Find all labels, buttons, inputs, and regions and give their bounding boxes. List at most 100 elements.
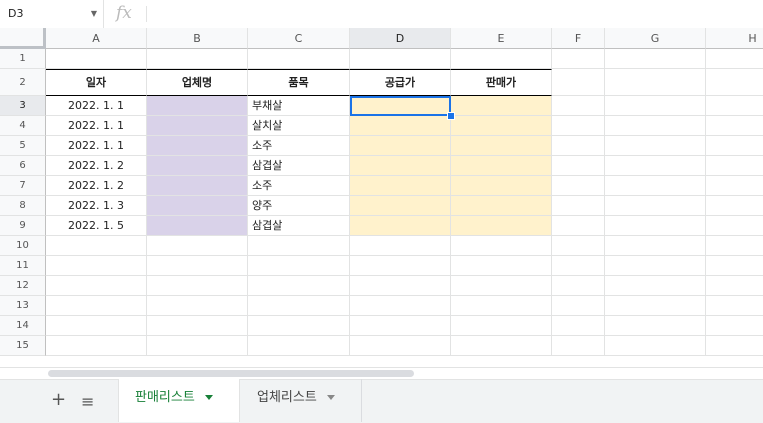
cell-b13[interactable] <box>147 296 248 316</box>
cell-date[interactable]: 2022. 1. 3 <box>46 196 147 216</box>
column-header-h[interactable]: H <box>706 28 763 49</box>
cell-vendor[interactable] <box>147 176 248 196</box>
cell-e11[interactable] <box>451 256 552 276</box>
row-header-13[interactable]: 13 <box>0 296 46 316</box>
cell-c13[interactable] <box>248 296 350 316</box>
all-sheets-icon[interactable]: ≡ <box>81 392 94 411</box>
cell-e13[interactable] <box>451 296 552 316</box>
cell-f13[interactable] <box>552 296 605 316</box>
cell-f15[interactable] <box>552 336 605 356</box>
cell-f12[interactable] <box>552 276 605 296</box>
row-header-6[interactable]: 6 <box>0 156 46 176</box>
cell-vendor[interactable] <box>147 116 248 136</box>
formula-input[interactable] <box>152 6 752 22</box>
cell-h8[interactable] <box>706 196 763 216</box>
row-header-7[interactable]: 7 <box>0 176 46 196</box>
cell-a12[interactable] <box>46 276 147 296</box>
caret-down-icon[interactable] <box>326 395 335 400</box>
column-header-d[interactable]: D <box>350 28 451 49</box>
tab-vendor-list[interactable]: 업체리스트 <box>241 379 362 422</box>
cell-g2[interactable] <box>605 69 706 96</box>
cell-e14[interactable] <box>451 316 552 336</box>
row-header-4[interactable]: 4 <box>0 116 46 136</box>
cell-vendor[interactable] <box>147 216 248 236</box>
cell-h5[interactable] <box>706 136 763 156</box>
cell-e12[interactable] <box>451 276 552 296</box>
row-header-1[interactable]: 1 <box>0 49 46 69</box>
cell-h6[interactable] <box>706 156 763 176</box>
cell-g5[interactable] <box>605 136 706 156</box>
cell-d14[interactable] <box>350 316 451 336</box>
cell-e10[interactable] <box>451 236 552 256</box>
column-header-g[interactable]: G <box>605 28 706 49</box>
cell-g13[interactable] <box>605 296 706 316</box>
cell-vendor[interactable] <box>147 96 248 116</box>
row-header-5[interactable]: 5 <box>0 136 46 156</box>
cell-h12[interactable] <box>706 276 763 296</box>
cell-vendor[interactable] <box>147 196 248 216</box>
cell-item[interactable]: 소주 <box>248 176 350 196</box>
tab-sales-list[interactable]: 판매리스트 <box>118 379 240 422</box>
cell-b15[interactable] <box>147 336 248 356</box>
cell-f6[interactable] <box>552 156 605 176</box>
cell-b14[interactable] <box>147 316 248 336</box>
row-header-9[interactable]: 9 <box>0 216 46 236</box>
table-header-vendor[interactable]: 업체명 <box>147 69 248 96</box>
cell-sale-price[interactable] <box>451 216 552 236</box>
cell-date[interactable]: 2022. 1. 2 <box>46 156 147 176</box>
cell-supply-price[interactable] <box>350 156 451 176</box>
table-header-item[interactable]: 품목 <box>248 69 350 96</box>
cell-h1[interactable] <box>706 49 763 69</box>
cell-b12[interactable] <box>147 276 248 296</box>
cell-f10[interactable] <box>552 236 605 256</box>
cell-d1[interactable] <box>350 49 451 69</box>
cell-b1[interactable] <box>147 49 248 69</box>
cell-b11[interactable] <box>147 256 248 276</box>
cell-f14[interactable] <box>552 316 605 336</box>
cell-item[interactable]: 소주 <box>248 136 350 156</box>
row-header-8[interactable]: 8 <box>0 196 46 216</box>
cell-h2[interactable] <box>706 69 763 96</box>
cell-item[interactable]: 삼겹살 <box>248 216 350 236</box>
cell-sale-price[interactable] <box>451 116 552 136</box>
cell-f2[interactable] <box>552 69 605 96</box>
column-header-b[interactable]: B <box>147 28 248 49</box>
cell-d15[interactable] <box>350 336 451 356</box>
cell-g4[interactable] <box>605 116 706 136</box>
cell-supply-price[interactable] <box>350 176 451 196</box>
cell-h7[interactable] <box>706 176 763 196</box>
cell-f7[interactable] <box>552 176 605 196</box>
row-header-11[interactable]: 11 <box>0 256 46 276</box>
cell-sale-price[interactable] <box>451 96 552 116</box>
column-header-f[interactable]: F <box>552 28 605 49</box>
cell-date[interactable]: 2022. 1. 1 <box>46 96 147 116</box>
selected-cell-d3[interactable] <box>350 96 451 116</box>
cell-g14[interactable] <box>605 316 706 336</box>
cell-g9[interactable] <box>605 216 706 236</box>
cell-c14[interactable] <box>248 316 350 336</box>
chevron-down-icon[interactable]: ▼ <box>91 9 97 18</box>
cell-d12[interactable] <box>350 276 451 296</box>
cell-d13[interactable] <box>350 296 451 316</box>
cell-a1[interactable] <box>46 49 147 69</box>
cell-a10[interactable] <box>46 236 147 256</box>
cell-g10[interactable] <box>605 236 706 256</box>
cell-c10[interactable] <box>248 236 350 256</box>
cell-a13[interactable] <box>46 296 147 316</box>
cell-c11[interactable] <box>248 256 350 276</box>
cell-h10[interactable] <box>706 236 763 256</box>
cell-item[interactable]: 부채살 <box>248 96 350 116</box>
cell-f9[interactable] <box>552 216 605 236</box>
cell-e15[interactable] <box>451 336 552 356</box>
cell-d11[interactable] <box>350 256 451 276</box>
fill-handle[interactable] <box>447 112 455 120</box>
cell-supply-price[interactable] <box>350 116 451 136</box>
table-header-supply[interactable]: 공급가 <box>350 69 451 96</box>
cell-f11[interactable] <box>552 256 605 276</box>
cell-date[interactable]: 2022. 1. 2 <box>46 176 147 196</box>
cell-h14[interactable] <box>706 316 763 336</box>
cell-supply-price[interactable] <box>350 136 451 156</box>
cell-c1[interactable] <box>248 49 350 69</box>
cell-h15[interactable] <box>706 336 763 356</box>
cell-d10[interactable] <box>350 236 451 256</box>
